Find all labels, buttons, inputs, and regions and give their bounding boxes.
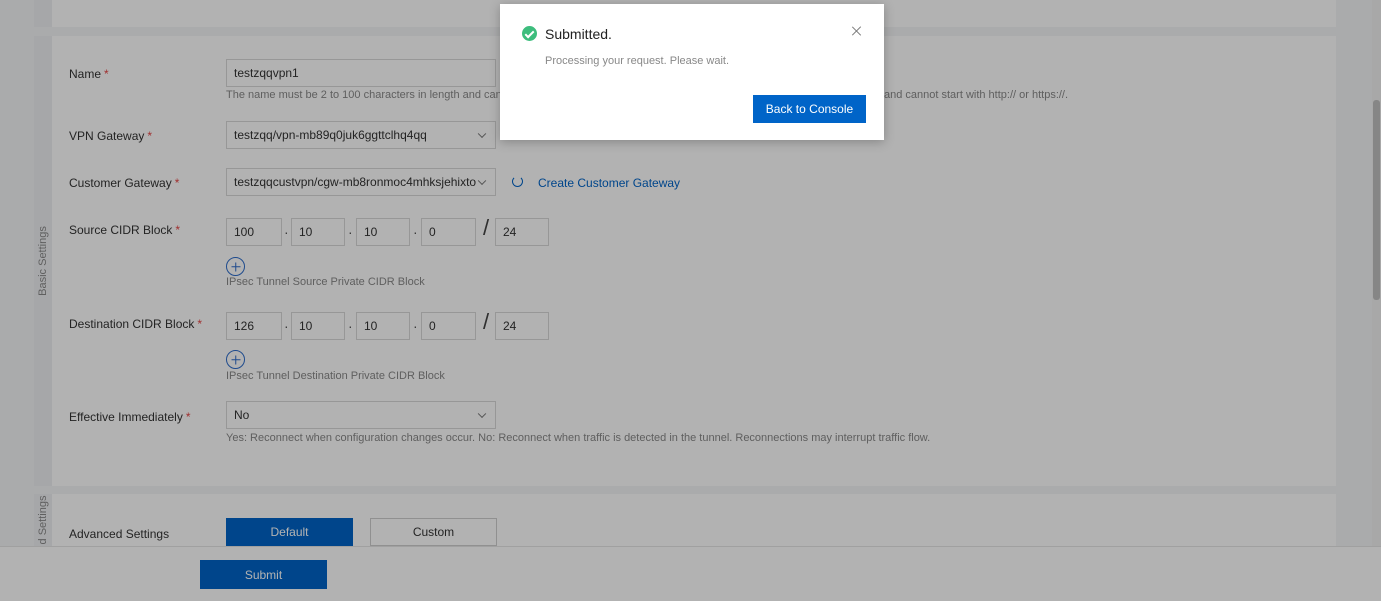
dialog-message: Processing your request. Please wait.: [545, 55, 730, 67]
dialog-title: Submitted.: [545, 26, 612, 42]
close-icon[interactable]: [850, 24, 864, 38]
back-to-console-button[interactable]: Back to Console: [753, 95, 866, 123]
submitted-dialog: Submitted. Processing your request. Plea…: [500, 4, 884, 140]
success-check-icon: [522, 26, 537, 41]
